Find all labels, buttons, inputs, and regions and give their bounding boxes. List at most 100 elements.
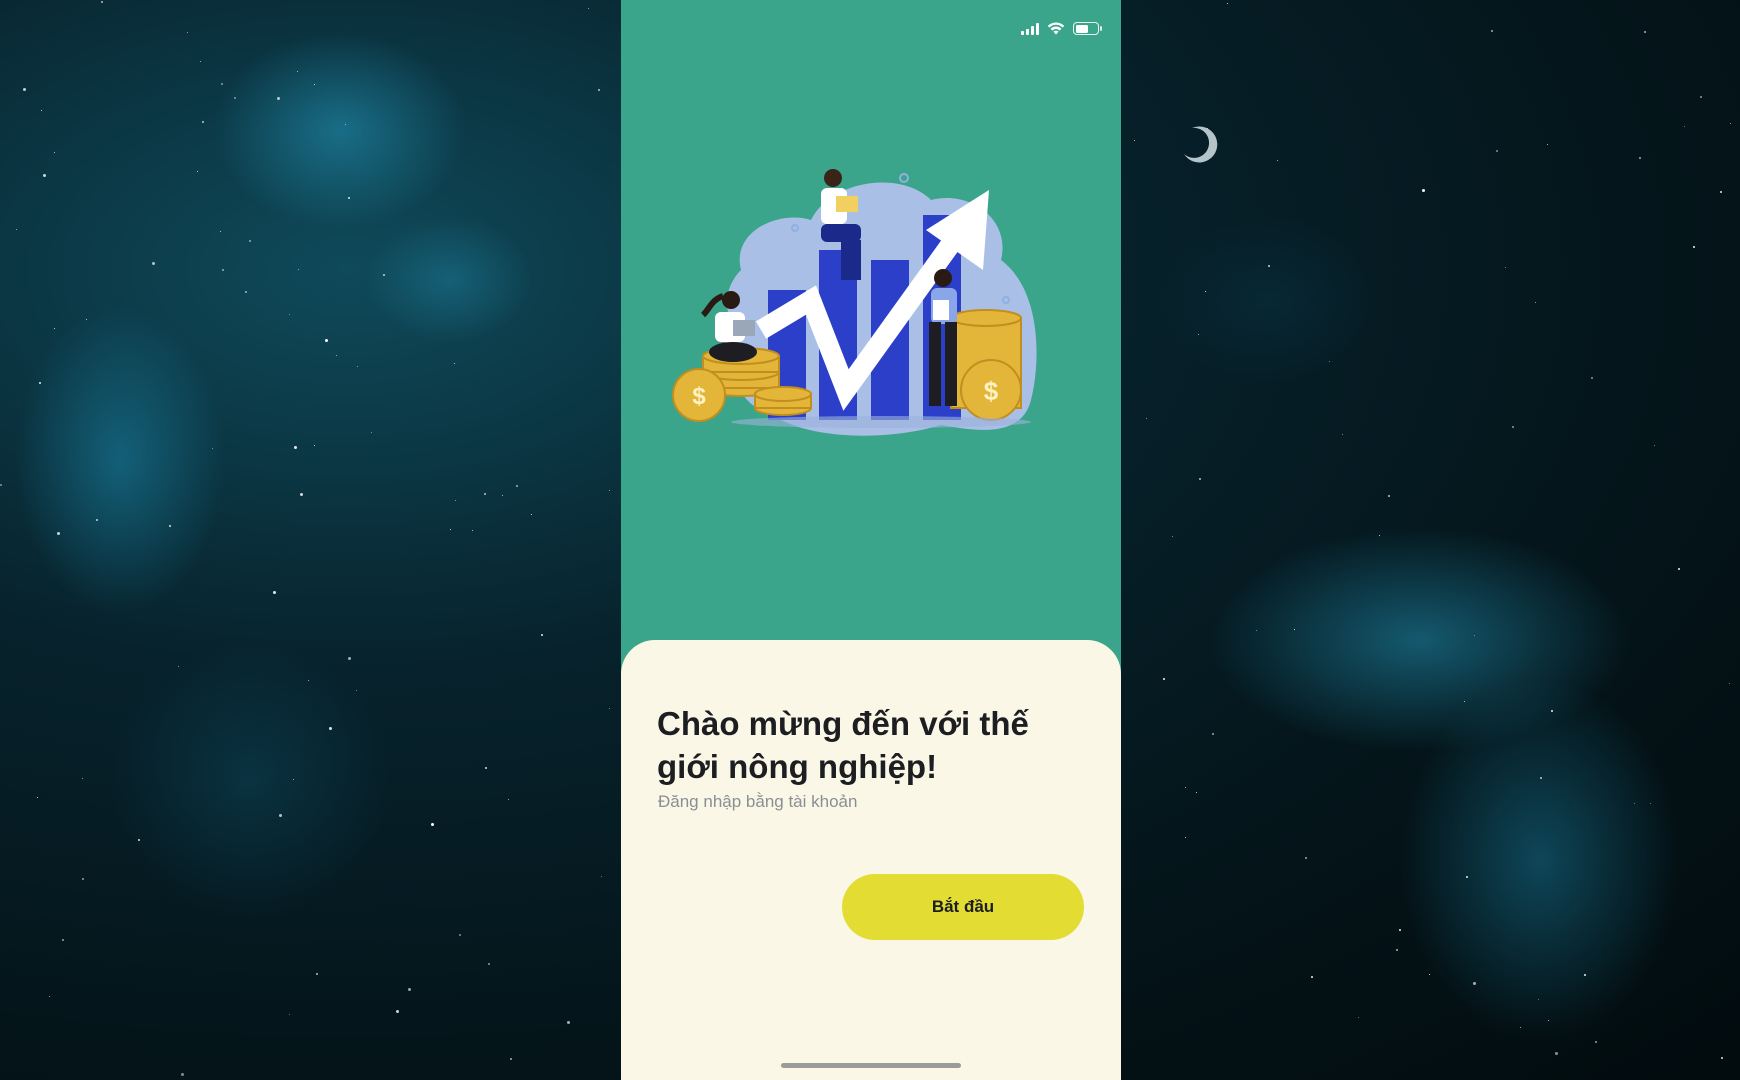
nebula-right: [1120, 0, 1740, 1080]
star: [1163, 677, 1166, 680]
growth-chart-illustration: $ $: [672, 169, 1037, 436]
star: [293, 445, 297, 449]
wifi-icon: [1047, 22, 1065, 35]
svg-text:$: $: [692, 383, 706, 410]
star: [211, 448, 213, 450]
star: [1185, 837, 1187, 839]
star: [54, 328, 56, 330]
star: [567, 1021, 571, 1025]
star: [62, 939, 65, 942]
star: [1474, 634, 1476, 636]
star: [1422, 189, 1426, 193]
star: [39, 382, 42, 385]
star: [96, 519, 99, 522]
star: [1399, 928, 1402, 931]
star: [515, 484, 518, 487]
star: [1677, 567, 1680, 570]
star: [471, 530, 473, 532]
home-indicator[interactable]: [781, 1063, 961, 1068]
star: [395, 1009, 399, 1013]
star: [82, 778, 84, 780]
star: [1654, 445, 1656, 447]
star: [1277, 159, 1279, 161]
star: [1692, 245, 1695, 248]
star: [1146, 418, 1148, 420]
star: [221, 269, 224, 272]
star: [1539, 776, 1542, 779]
star: [1519, 1026, 1521, 1028]
star: [101, 0, 104, 3]
nebula-left: [0, 0, 620, 1080]
star: [1504, 266, 1506, 268]
phone-screen: $ $ Chào mừng đến với thế giới nông nghi…: [621, 0, 1121, 1080]
star: [1729, 123, 1731, 125]
star: [1555, 1052, 1559, 1056]
star: [292, 779, 294, 781]
star: [1550, 709, 1553, 712]
star: [1721, 1057, 1724, 1060]
star: [1171, 535, 1173, 537]
star: [609, 490, 611, 492]
star: [1534, 301, 1536, 303]
star: [278, 813, 282, 817]
star: [344, 124, 346, 126]
star: [1639, 156, 1642, 159]
welcome-title: Chào mừng đến với thế giới nông nghiệp!: [657, 705, 1029, 785]
star: [0, 484, 3, 487]
star: [308, 680, 310, 682]
crescent-moon-icon: [1184, 126, 1218, 163]
star: [16, 228, 18, 230]
star: [152, 261, 156, 265]
star: [186, 31, 188, 33]
star: [1429, 974, 1431, 976]
star: [197, 171, 199, 173]
star: [1719, 191, 1722, 194]
welcome-card: Chào mừng đến với thế giới nông nghiệp! …: [621, 640, 1121, 1080]
star: [1511, 426, 1514, 429]
star: [1590, 377, 1593, 380]
star: [1195, 791, 1197, 793]
star: [382, 273, 385, 276]
star: [1184, 786, 1186, 788]
star: [53, 152, 55, 154]
star: [221, 82, 224, 85]
star: [178, 665, 180, 667]
star: [1583, 974, 1586, 977]
star: [1198, 333, 1200, 335]
star: [313, 444, 315, 446]
start-button[interactable]: Bắt đầu: [842, 874, 1084, 940]
star: [200, 61, 202, 63]
star: [249, 239, 252, 242]
star: [1649, 803, 1651, 805]
star: [348, 196, 351, 199]
star: [1205, 290, 1207, 292]
login-subtitle: Đăng nhập bằng tài khoản: [658, 792, 858, 811]
star: [23, 87, 26, 91]
star: [1465, 876, 1468, 878]
star: [202, 121, 205, 124]
star: [1133, 139, 1135, 141]
star: [1206, 128, 1208, 130]
star: [288, 1013, 290, 1015]
star: [370, 431, 372, 433]
cellular-signal-icon: [1021, 22, 1039, 35]
star: [347, 656, 351, 660]
star: [299, 492, 303, 496]
star: [1463, 701, 1465, 703]
star: [502, 494, 504, 496]
star: [1537, 999, 1539, 1001]
status-bar: [1021, 22, 1102, 35]
star: [276, 96, 280, 100]
star: [1256, 630, 1258, 632]
star: [324, 338, 328, 342]
star: [588, 7, 590, 9]
star: [459, 933, 462, 936]
star: [219, 231, 221, 233]
star: [483, 493, 486, 496]
star: [1328, 360, 1330, 362]
star: [1700, 96, 1703, 99]
star: [1595, 1040, 1598, 1043]
star: [1491, 29, 1494, 32]
star: [244, 291, 247, 294]
star: [598, 89, 601, 92]
